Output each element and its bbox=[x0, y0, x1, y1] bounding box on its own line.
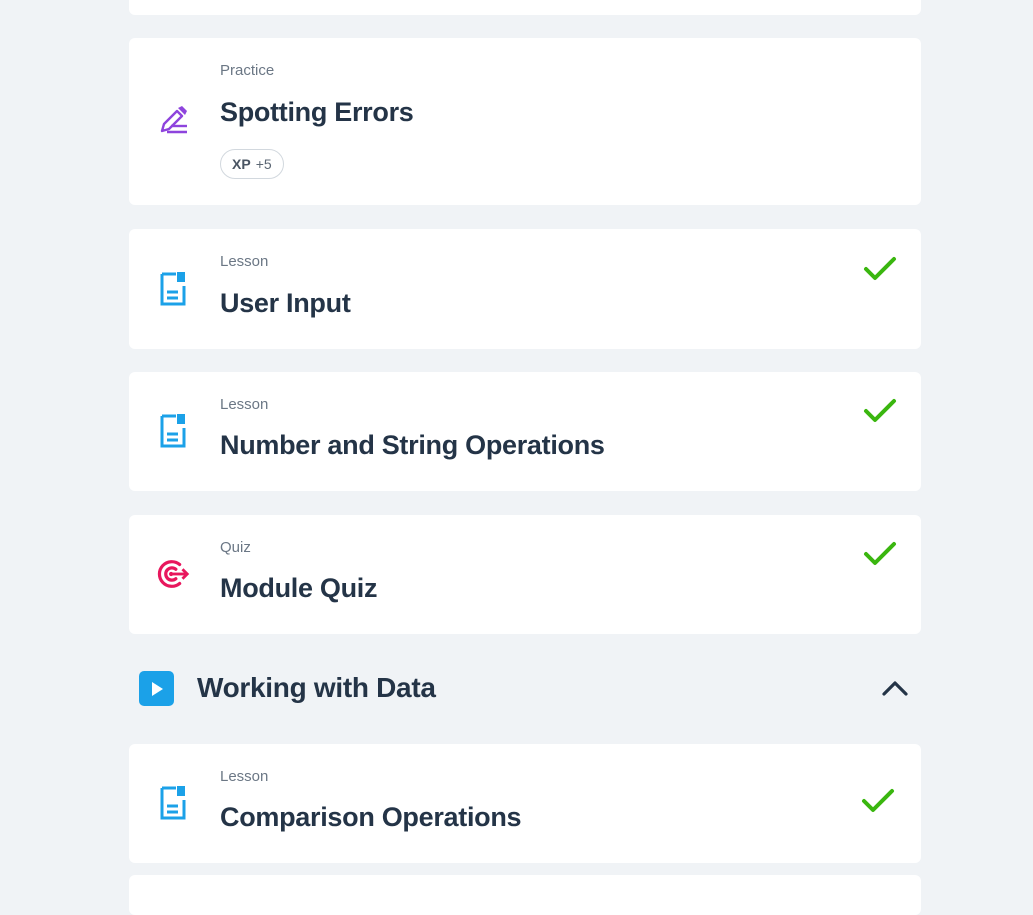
list-item-lesson[interactable]: Lesson Comparison Operations bbox=[129, 744, 921, 863]
checkmark-icon bbox=[864, 257, 896, 280]
item-title: Module Quiz bbox=[220, 573, 378, 603]
previous-card[interactable] bbox=[129, 0, 921, 15]
list-item-lesson[interactable] bbox=[129, 875, 921, 915]
section-header[interactable]: Working with Data bbox=[129, 664, 921, 712]
document-icon bbox=[155, 413, 191, 449]
item-title: User Input bbox=[220, 288, 351, 318]
item-kind: Lesson bbox=[220, 253, 269, 270]
checkmark-icon bbox=[864, 542, 896, 565]
document-icon bbox=[155, 785, 191, 821]
item-title: Spotting Errors bbox=[220, 97, 414, 127]
list-item-lesson[interactable]: Lesson User Input bbox=[129, 229, 921, 349]
chevron-up-icon[interactable] bbox=[879, 676, 911, 700]
item-title: Comparison Operations bbox=[220, 802, 522, 832]
pencil-icon bbox=[155, 102, 191, 138]
target-icon bbox=[155, 556, 191, 592]
play-icon bbox=[139, 671, 174, 706]
xp-badge: XP +5 bbox=[220, 149, 284, 179]
checkmark-icon bbox=[862, 789, 894, 812]
list-item-practice[interactable]: Practice Spotting Errors XP +5 bbox=[129, 38, 921, 205]
xp-value: +5 bbox=[255, 156, 272, 172]
xp-label: XP bbox=[232, 156, 251, 172]
item-title: Number and String Operations bbox=[220, 430, 605, 460]
checkmark-icon bbox=[864, 399, 896, 422]
list-item-quiz[interactable]: Quiz Module Quiz bbox=[129, 515, 921, 634]
section-title: Working with Data bbox=[197, 672, 436, 703]
list-item-lesson[interactable]: Lesson Number and String Operations bbox=[129, 372, 921, 491]
item-kind: Quiz bbox=[220, 539, 251, 556]
item-kind: Lesson bbox=[220, 396, 269, 413]
item-kind: Lesson bbox=[220, 768, 269, 785]
item-kind: Practice bbox=[220, 62, 275, 79]
document-icon bbox=[155, 271, 191, 307]
